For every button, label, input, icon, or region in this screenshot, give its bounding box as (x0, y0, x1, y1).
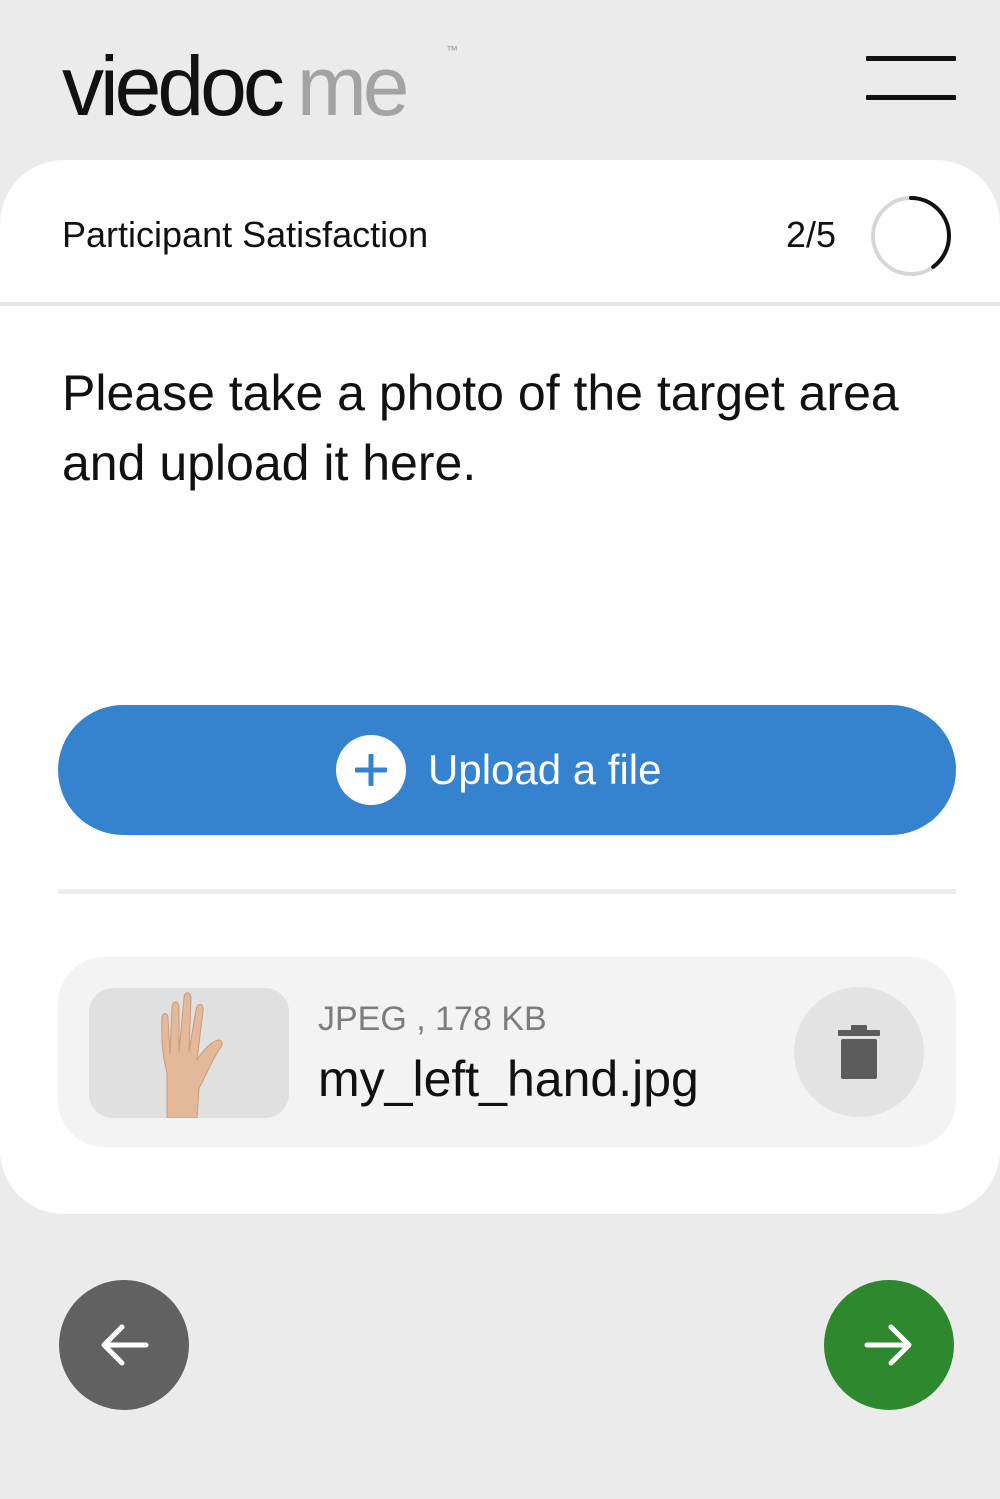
plus-circle-icon (336, 735, 406, 805)
next-button[interactable] (824, 1280, 954, 1410)
arrow-right-icon (864, 1324, 912, 1366)
uploaded-file-item: JPEG , 178 KB my_left_hand.jpg (58, 957, 956, 1147)
logo-sub-text: me (296, 39, 410, 133)
app-header: viedoc me ™ (0, 0, 1000, 160)
delete-file-button[interactable] (794, 987, 924, 1117)
upload-file-button[interactable]: Upload a file (58, 705, 956, 835)
form-card: Participant Satisfaction 2/5 Please take… (0, 160, 1000, 1214)
progress-ring-icon (871, 196, 951, 276)
hamburger-menu-icon[interactable] (866, 56, 956, 104)
file-name: my_left_hand.jpg (318, 1051, 699, 1107)
hand-photo-thumbnail (89, 988, 289, 1118)
back-button[interactable] (59, 1280, 189, 1410)
logo-brand-text: viedoc (62, 39, 285, 133)
progress-counter: 2/5 (786, 214, 837, 255)
menu-bar-top (866, 56, 956, 61)
arrow-left-icon (101, 1324, 149, 1366)
form-card-header: Participant Satisfaction 2/5 (0, 160, 1000, 306)
upload-button-label: Upload a file (428, 746, 662, 793)
file-meta: JPEG , 178 KB (318, 1000, 547, 1038)
trash-icon (838, 1025, 880, 1079)
form-title: Participant Satisfaction (62, 214, 429, 255)
section-divider (58, 889, 956, 894)
viedoc-me-logo: viedoc me ™ (62, 36, 458, 136)
question-text: Please take a photo of the target area a… (62, 365, 899, 491)
menu-bar-bottom (866, 95, 956, 100)
logo-trademark: ™ (446, 43, 458, 57)
